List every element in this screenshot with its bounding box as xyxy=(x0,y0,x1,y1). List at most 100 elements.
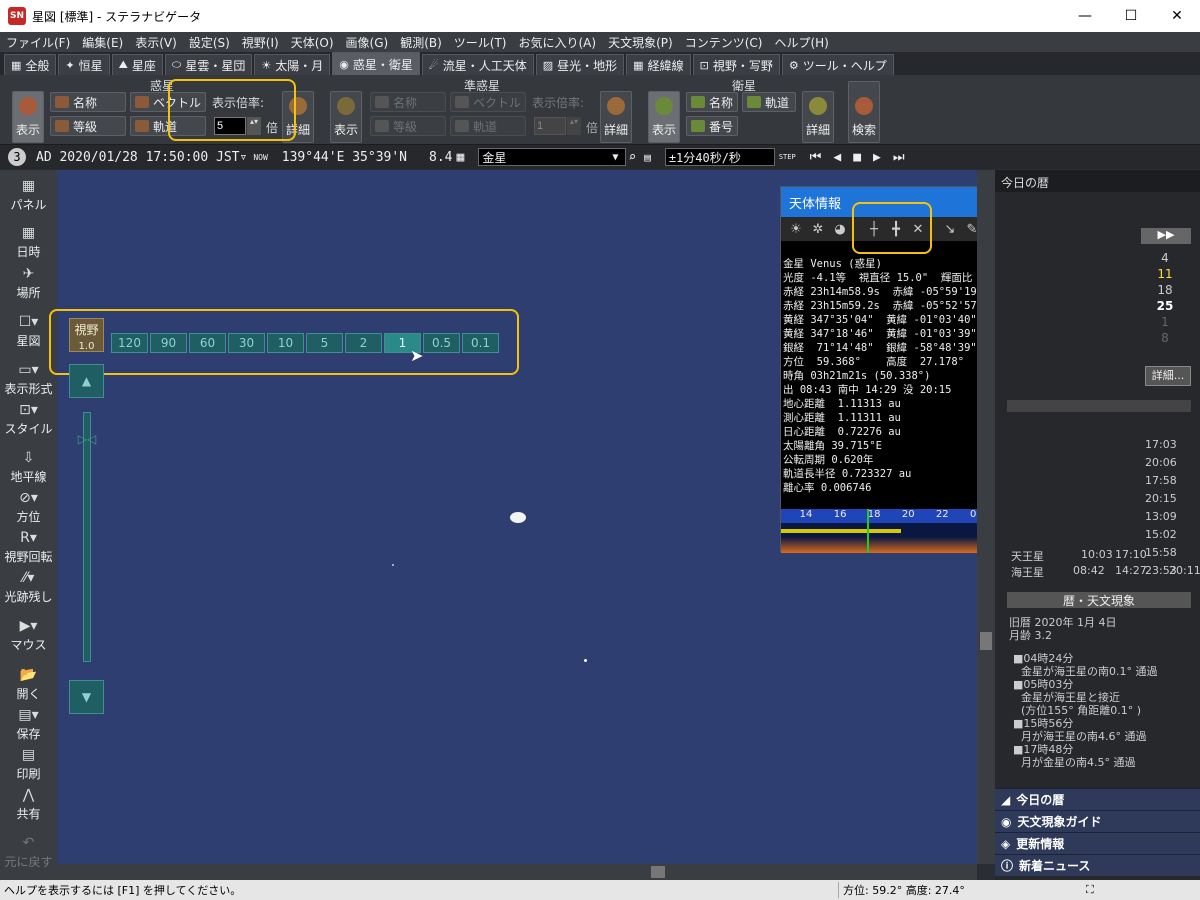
save-button[interactable]: ▤▾ 保存 xyxy=(0,707,57,742)
menu-settings[interactable]: 設定(S) xyxy=(183,34,236,51)
planet-show-button[interactable]: 表示 xyxy=(12,91,44,143)
search-icon[interactable]: ⌕ xyxy=(628,150,636,165)
satellite-show-button[interactable]: 表示 xyxy=(648,91,680,143)
fov-90-button[interactable]: 90 xyxy=(150,333,187,353)
vertical-scrollbar[interactable] xyxy=(977,170,995,864)
play-icon[interactable]: ▶ xyxy=(873,150,881,165)
tab-fov[interactable]: ⊡ 視野・写野 xyxy=(692,54,780,75)
fov-0.5-button[interactable]: 0.5 xyxy=(423,333,460,353)
minor-name-button[interactable]: 名称 xyxy=(370,92,446,112)
pointer-icon[interactable]: ↘ xyxy=(939,222,961,237)
play-back-icon[interactable]: ◀ xyxy=(833,150,841,165)
menu-help[interactable]: ヘルプ(H) xyxy=(768,34,834,51)
satellite-name-button[interactable]: 名称 xyxy=(686,92,738,112)
skip-forward-icon[interactable]: ⏭ xyxy=(893,150,905,165)
fov-0.1-button[interactable]: 0.1 xyxy=(462,333,499,353)
stop-icon[interactable]: ■ xyxy=(853,150,861,165)
tab-constellations[interactable]: ⛰ 星座 xyxy=(111,54,163,75)
sun-icon[interactable]: ☀ xyxy=(785,222,807,237)
menu-phenomena[interactable]: 天文現象(P) xyxy=(602,34,679,51)
zoom-slider-track[interactable] xyxy=(83,412,91,662)
tab-grid[interactable]: ▦ 経緯線 xyxy=(626,54,691,75)
menu-fov[interactable]: 視野(I) xyxy=(236,34,285,51)
fov-2-button[interactable]: 2 xyxy=(345,333,382,353)
mouse-button[interactable]: ▶▾ マウス xyxy=(0,618,57,653)
zoom-slider-handle[interactable]: ▷◁ xyxy=(68,432,106,448)
chevron-down-icon[interactable]: ▼ xyxy=(612,152,618,163)
planet-magnitude-button[interactable]: 等級 xyxy=(50,116,126,136)
menu-favorites[interactable]: お気に入り(A) xyxy=(513,34,603,51)
scroll-thumb[interactable] xyxy=(651,866,665,878)
maximize-button[interactable]: ☐ xyxy=(1108,0,1154,32)
print-button[interactable]: ▤ 印刷 xyxy=(0,747,57,782)
skip-back-icon[interactable]: ⏮ xyxy=(810,150,822,165)
speed-badge[interactable]: 3 xyxy=(8,148,26,166)
fov-5-button[interactable]: 5 xyxy=(306,333,343,353)
scroll-thumb[interactable] xyxy=(980,632,992,650)
trail-button[interactable]: ⁄⁄▾ 光跡残し xyxy=(0,570,57,605)
now-clock-icon[interactable]: NOW xyxy=(253,153,267,162)
fov-120-button[interactable]: 120 xyxy=(111,333,148,353)
menu-file[interactable]: ファイル(F) xyxy=(0,34,76,51)
link-today[interactable]: ◢ 今日の暦 xyxy=(995,788,1200,810)
open-button[interactable]: 📂 開く xyxy=(0,667,57,702)
close-button[interactable]: ✕ xyxy=(1154,0,1200,32)
minimize-button[interactable]: — xyxy=(1062,0,1108,32)
minor-detail-button[interactable]: 詳細 xyxy=(600,91,632,143)
object-select[interactable]: 金星 xyxy=(478,148,627,166)
zoom-in-button[interactable]: ▲ xyxy=(69,364,104,398)
zoom-out-button[interactable]: ▼ xyxy=(69,680,104,714)
tab-stars[interactable]: ✦ 恒星 xyxy=(58,54,110,75)
tab-planets[interactable]: ◉ 惑星・衛星 xyxy=(332,52,420,75)
next-month-button[interactable]: ▶▶ xyxy=(1141,228,1191,244)
star-icon[interactable]: ✲ xyxy=(807,222,829,237)
horizontal-scrollbar[interactable] xyxy=(57,864,977,880)
direction-button[interactable]: ⊘▾ 方位 xyxy=(0,490,57,525)
datetime-display[interactable]: AD 2020/01/28 17:50:00 JST▿ xyxy=(36,150,247,165)
datetime-button[interactable]: ▦ 日時 xyxy=(0,225,57,260)
tab-nebulae[interactable]: ⬭ 星雲・星団 xyxy=(164,54,253,75)
menu-tools[interactable]: ツール(T) xyxy=(448,34,513,51)
menu-contents[interactable]: コンテンツ(C) xyxy=(679,34,769,51)
minor-magnitude-button[interactable]: 等級 xyxy=(370,116,446,136)
location-coords[interactable]: 139°44'E 35°39'N xyxy=(282,150,407,165)
satellite-orbit-button[interactable]: 軌道 xyxy=(742,92,796,112)
planet-name-button[interactable]: 名称 xyxy=(50,92,126,112)
menu-edit[interactable]: 編集(E) xyxy=(76,34,129,51)
link-updates[interactable]: ◈ 更新情報 xyxy=(995,832,1200,854)
keyboard-icon[interactable]: ▦ xyxy=(457,150,465,165)
detail-button[interactable]: 詳細... xyxy=(1145,366,1191,386)
menu-view[interactable]: 表示(V) xyxy=(129,34,183,51)
location-button[interactable]: ✈ 場所 xyxy=(0,266,57,301)
satellite-number-button[interactable]: 番号 xyxy=(686,116,738,136)
planet-icon[interactable]: ◕ xyxy=(829,222,851,237)
tab-sun-moon[interactable]: ☀ 太陽・月 xyxy=(254,54,331,75)
satellite-detail-button[interactable]: 詳細 xyxy=(802,91,834,143)
tab-general[interactable]: ▦ 全般 xyxy=(4,54,57,75)
fit-icon[interactable]: ⛶ xyxy=(1086,883,1094,897)
minor-show-button[interactable]: 表示 xyxy=(330,91,362,143)
style-button[interactable]: ⊡▾ スタイル xyxy=(0,402,57,437)
minor-vector-button[interactable]: ベクトル xyxy=(450,92,526,112)
tab-daylight[interactable]: ▨ 昼光・地形 xyxy=(535,54,625,75)
rotation-button[interactable]: R▾ 視野回転 xyxy=(0,530,57,565)
search-button[interactable]: 検索 xyxy=(848,81,880,143)
share-button[interactable]: ⋀ 共有 xyxy=(0,787,57,822)
minor-orbit-button[interactable]: 軌道 xyxy=(450,116,526,136)
horizon-button[interactable]: ⇩ 地平線 xyxy=(0,450,57,485)
venus-marker[interactable] xyxy=(510,512,526,523)
link-phenomena-guide[interactable]: ◉ 天文現象ガイド xyxy=(995,810,1200,832)
fov-30-button[interactable]: 30 xyxy=(228,333,265,353)
panel-button[interactable]: ▦ パネル xyxy=(0,178,57,213)
fov-60-button[interactable]: 60 xyxy=(189,333,226,353)
tab-tools[interactable]: ⚙ ツール・ヘルプ xyxy=(781,54,894,75)
speed-select[interactable]: ±1分40秒/秒 xyxy=(664,148,775,166)
tab-meteors[interactable]: ☄ 流星・人工天体 xyxy=(421,54,534,75)
undo-button[interactable]: ↶ 元に戻す xyxy=(0,835,57,870)
menu-object[interactable]: 天体(O) xyxy=(285,34,340,51)
minor-scale-input[interactable] xyxy=(534,117,566,135)
menu-image[interactable]: 画像(G) xyxy=(340,34,395,51)
menu-observe[interactable]: 観測(B) xyxy=(394,34,448,51)
fov-label-button[interactable]: 視野 1.0 xyxy=(69,318,104,352)
list-icon[interactable]: ▤ xyxy=(644,151,651,164)
